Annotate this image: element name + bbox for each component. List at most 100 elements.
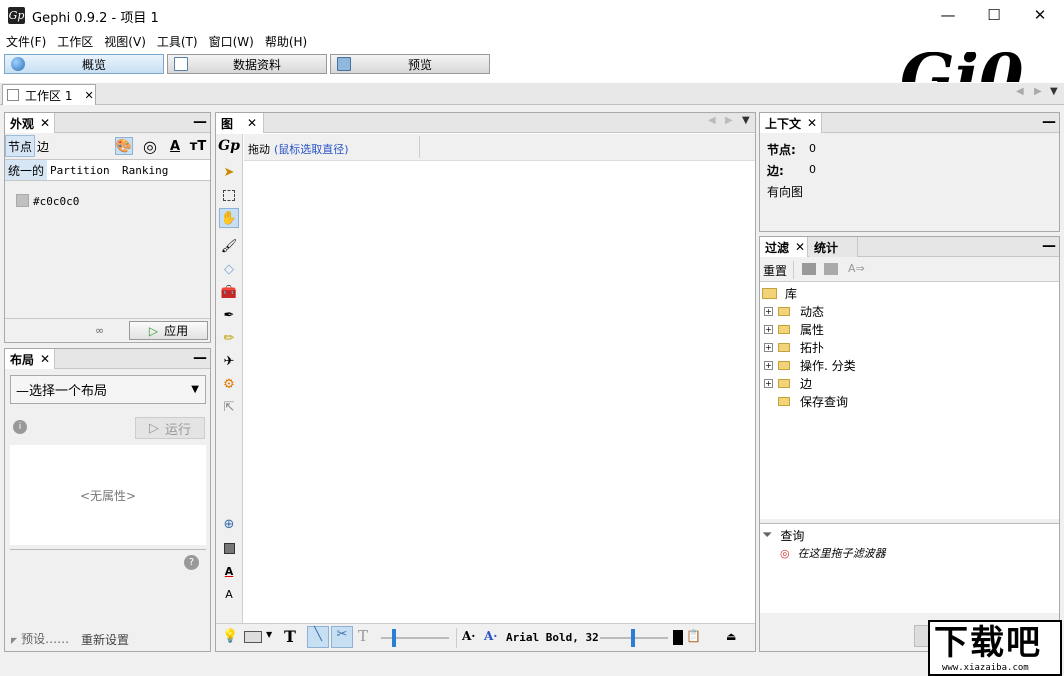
layout-tab[interactable]: 布局 ✕: [5, 349, 55, 369]
clipboard-icon[interactable]: 📋: [686, 629, 701, 643]
filter-autorefresh-icon[interactable]: A⇒: [848, 262, 865, 275]
tab-scroll-right-icon[interactable]: ▶: [1034, 86, 1042, 97]
preview-mode-button[interactable]: 预览: [330, 54, 490, 74]
tree-item-topology[interactable]: + 拓扑: [764, 338, 824, 356]
font-size-slider-thumb[interactable]: [631, 629, 635, 647]
background-color-icon[interactable]: [219, 538, 239, 558]
label-toggle-icon[interactable]: T: [358, 627, 368, 645]
context-close-icon[interactable]: ✕: [807, 116, 817, 130]
expand-icon[interactable]: +: [764, 378, 773, 388]
font-name-label[interactable]: Arial Bold, 32: [506, 631, 599, 644]
drag-hand-icon[interactable]: ✋: [219, 208, 239, 228]
menu-workspace[interactable]: 工作区: [51, 30, 98, 50]
label-size-icon[interactable]: тT: [189, 137, 207, 155]
brush-icon[interactable]: 🖌: [219, 236, 239, 256]
appearance-close-icon[interactable]: ✕: [40, 116, 50, 130]
tree-item-saved-queries[interactable]: 保存查询: [778, 392, 848, 410]
graph-tab[interactable]: 图 ✕: [216, 113, 264, 133]
unique-tab[interactable]: 统一的: [5, 160, 47, 180]
filters-minimize-icon[interactable]: —: [1042, 238, 1056, 254]
edge-toggle-icon[interactable]: ╲: [307, 626, 329, 648]
diamond-icon[interactable]: ◇: [219, 259, 239, 279]
filter-reset-button[interactable]: 重置: [763, 262, 787, 279]
size-icon[interactable]: ◎: [141, 137, 159, 156]
menu-file[interactable]: 文件(F): [0, 30, 51, 50]
pencil-icon[interactable]: ✏: [219, 328, 239, 348]
tree-item-dynamic[interactable]: + 动态: [764, 302, 824, 320]
graph-close-icon[interactable]: ✕: [247, 116, 257, 130]
maximize-button[interactable]: ☐: [971, 0, 1017, 30]
font-size-icon[interactable]: A·: [462, 629, 476, 643]
expand-icon[interactable]: +: [764, 360, 773, 370]
screenshot-icon[interactable]: [244, 631, 262, 643]
layout-minimize-icon[interactable]: —: [193, 350, 207, 366]
menu-window[interactable]: 窗口(W): [203, 30, 259, 50]
tree-item-attributes[interactable]: + 属性: [764, 320, 824, 338]
library-root[interactable]: 库: [762, 284, 797, 302]
lightbulb-icon[interactable]: 💡: [222, 629, 238, 644]
overview-mode-button[interactable]: 概览: [4, 54, 164, 74]
pointer-help-icon[interactable]: ⇱: [219, 397, 239, 417]
font-icon[interactable]: A: [219, 584, 239, 604]
workspace-tab-close-icon[interactable]: ✕: [84, 89, 93, 102]
filter-export-icon[interactable]: [802, 263, 816, 275]
edge-scale-slider-thumb[interactable]: [392, 629, 396, 647]
palette-icon[interactable]: 🎨: [115, 137, 133, 155]
menu-tools[interactable]: 工具(T): [151, 30, 203, 50]
tree-item-operator[interactable]: + 操作. 分类: [764, 356, 856, 374]
expand-icon[interactable]: +: [764, 306, 773, 316]
label-color-swatch[interactable]: [673, 630, 683, 645]
graph-nav-menu-icon[interactable]: ▼: [742, 115, 750, 126]
run-button[interactable]: ▷ 运行: [135, 417, 205, 439]
context-tab[interactable]: 上下文 ✕: [760, 113, 822, 133]
label-color-icon[interactable]: A: [166, 137, 184, 155]
zoom-icon[interactable]: ⊕: [219, 514, 239, 534]
menu-view[interactable]: 视图(V): [98, 30, 151, 50]
expand-icon[interactable]: +: [764, 324, 773, 334]
show-labels-icon[interactable]: T: [284, 627, 296, 646]
arrow-select-icon[interactable]: ➤: [219, 162, 239, 182]
eject-icon[interactable]: ⏏: [726, 630, 736, 643]
link-icon[interactable]: ∞: [95, 324, 104, 337]
statistics-tab[interactable]: 统计: [809, 237, 858, 257]
data-laboratory-button[interactable]: 数据资料: [167, 54, 327, 74]
airplane-icon[interactable]: ✈: [219, 351, 239, 371]
rectangle-select-icon[interactable]: [219, 185, 239, 205]
reset-settings-button[interactable]: 重新设置: [81, 631, 129, 648]
minimize-button[interactable]: —: [925, 0, 971, 30]
close-button[interactable]: ✕: [1017, 0, 1063, 30]
layout-close-icon[interactable]: ✕: [40, 352, 50, 366]
graph-nav-left-icon[interactable]: ◀: [708, 115, 716, 126]
appearance-minimize-icon[interactable]: —: [193, 114, 207, 130]
graph-canvas[interactable]: [244, 162, 755, 623]
ranking-tab[interactable]: Ranking: [122, 164, 168, 177]
apply-button[interactable]: ▷ 应用: [129, 321, 208, 340]
nodes-tab[interactable]: 节点: [5, 135, 35, 157]
menu-help[interactable]: 帮助(H): [259, 30, 312, 50]
partition-tab[interactable]: Partition: [50, 164, 110, 177]
context-minimize-icon[interactable]: —: [1042, 114, 1056, 130]
layout-select[interactable]: —选择一个布局 ▼: [10, 375, 206, 404]
tab-list-icon[interactable]: ▼: [1050, 86, 1058, 97]
filter-import-icon[interactable]: [824, 263, 838, 275]
color-swatch[interactable]: [16, 194, 29, 207]
tab-scroll-left-icon[interactable]: ◀: [1016, 86, 1024, 97]
font-color-blue-icon[interactable]: A·: [484, 629, 498, 643]
filters-close-icon[interactable]: ✕: [795, 240, 805, 254]
font-color-icon[interactable]: A: [219, 561, 239, 581]
edges-tab[interactable]: 边: [37, 138, 49, 155]
gear-icon[interactable]: ⚙: [219, 374, 239, 394]
screenshot-menu-icon[interactable]: ▼: [266, 630, 272, 639]
filters-tab[interactable]: 过滤 ✕: [760, 237, 808, 257]
edge-color-icon[interactable]: ✂: [331, 626, 353, 648]
pen-icon[interactable]: ✒: [219, 305, 239, 325]
appearance-tab[interactable]: 外观 ✕: [5, 113, 55, 133]
workspace-tab[interactable]: 工作区 1 ✕: [2, 84, 96, 105]
tree-item-edges[interactable]: + 边: [764, 374, 812, 392]
graph-nav-right-icon[interactable]: ▶: [725, 115, 733, 126]
help-icon[interactable]: ?: [184, 555, 199, 570]
drop-filter-hint[interactable]: ◎ 在这里拖子滤波器: [780, 544, 886, 562]
info-icon[interactable]: i: [13, 420, 27, 434]
presets-link[interactable]: ◤ 预设……: [11, 630, 69, 647]
expand-icon[interactable]: +: [764, 342, 773, 352]
